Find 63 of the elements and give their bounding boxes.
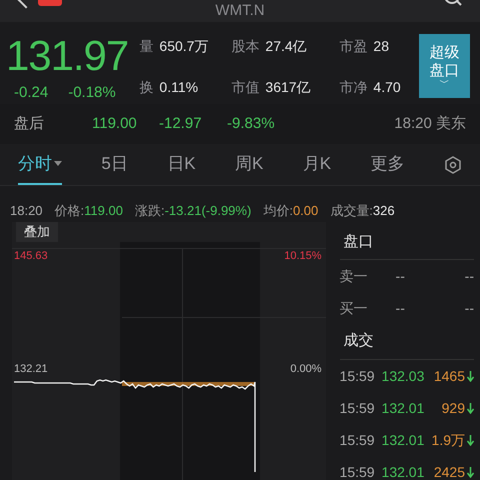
chart-tab[interactable]: 月K [302, 144, 332, 185]
stat-label: 股本 [231, 37, 260, 56]
info-value: 0.00 [292, 202, 318, 220]
price-change: -0.24 [14, 83, 48, 103]
order-label: 卖一 [340, 266, 369, 286]
after-hours-price: 119.00 [92, 114, 138, 134]
axis-label: 0.00% [290, 362, 322, 377]
stat-value: 27.4亿 [265, 37, 307, 56]
chart-tab[interactable]: 分时 [18, 144, 62, 185]
trade-volume: 2425 [434, 462, 465, 480]
stat-label: 量 [139, 37, 154, 56]
order-volume: -- [464, 266, 474, 286]
chart-tab[interactable]: 更多 [370, 144, 405, 185]
info-value: 119.00 [84, 202, 123, 220]
after-hours-percent: -9.83% [227, 114, 275, 134]
percent-change: -0.18% [68, 83, 116, 103]
chart-tab[interactable]: 周K [235, 144, 264, 185]
overlay-button[interactable]: 叠加 [16, 222, 58, 242]
info-value: 326 [372, 202, 395, 220]
after-hours-label: 盘后 [14, 114, 45, 134]
info-label: 价格: [54, 202, 84, 220]
trade-time: 15:59 [340, 366, 376, 386]
info-label: 涨跌: [134, 202, 165, 220]
trade-time: 15:59 [340, 430, 376, 450]
trade-time: 15:59 [340, 398, 376, 418]
trade-price: 132.01 [382, 430, 426, 450]
order-label: 买一 [340, 298, 369, 318]
order-price: -- [396, 298, 406, 318]
trade-price: 132.03 [382, 366, 426, 386]
stat-label: 市值 [231, 78, 260, 97]
axis-label: 10.15% [284, 249, 322, 264]
trade-price: 132.01 [382, 462, 426, 480]
trade-volume: 1465 [434, 366, 465, 386]
chart-tab[interactable]: 5日 [101, 144, 128, 185]
trade-time: 15:59 [340, 462, 376, 480]
info-value: -13.21(-9.99%) [164, 202, 252, 220]
window-title: WMT.N [215, 3, 265, 21]
after-hours-change: -12.97 [159, 114, 203, 134]
axis-label: 132.21 [14, 362, 48, 377]
info-label: 成交量: [330, 202, 373, 220]
section-title: 成交 [340, 324, 474, 360]
order-price: -- [396, 266, 406, 286]
stat-value: 3617亿 [265, 78, 311, 97]
stat-value: 0.11% [159, 78, 198, 97]
crosshair-time: 18:20 [10, 202, 43, 220]
stat-value: 28 [373, 37, 389, 56]
section-title: 盘口 [340, 226, 474, 260]
trade-volume: 1.9万 [432, 430, 465, 450]
trade-volume: 929 [442, 398, 465, 418]
stat-value: 650.7万 [159, 37, 208, 56]
axis-label: 145.63 [14, 249, 48, 264]
order-volume: -- [464, 298, 474, 318]
stat-value: 4.70 [373, 78, 401, 97]
settings-icon[interactable] [444, 156, 462, 174]
trade-price: 132.01 [382, 398, 426, 418]
stat-label: 换 [139, 78, 154, 97]
stat-label: 市净 [339, 78, 368, 97]
stat-label: 市盈 [339, 37, 368, 56]
super-order-book-button[interactable]: 超级盘口 ﹀ [419, 34, 470, 98]
after-hours-time: 18:20 美东 [394, 114, 466, 134]
info-label: 均价: [263, 202, 293, 220]
chart-tab[interactable]: 日K [167, 144, 196, 185]
last-price: 131.97 [6, 34, 130, 78]
